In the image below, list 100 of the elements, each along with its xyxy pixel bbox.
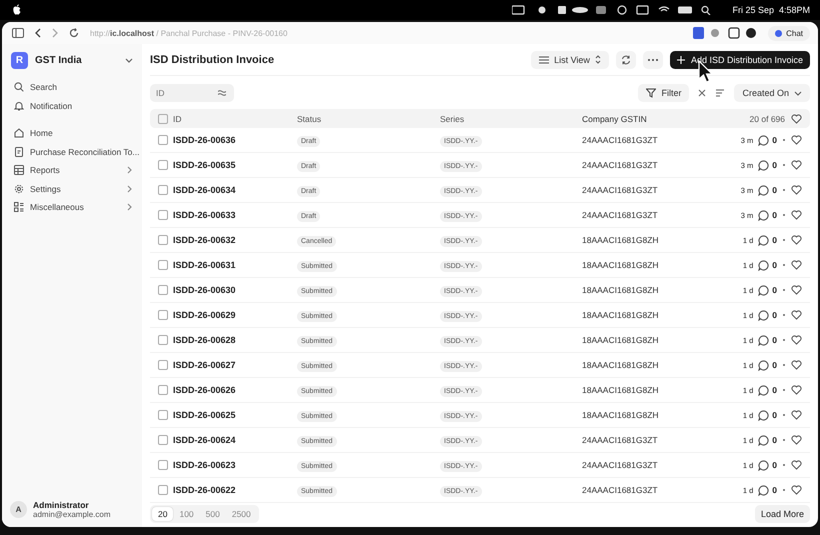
comment-icon[interactable] [758, 134, 770, 146]
sidebar-item[interactable]: Settings [8, 180, 136, 198]
comment-icon[interactable] [758, 160, 770, 170]
row-checkbox[interactable] [158, 485, 168, 495]
row-checkbox[interactable] [158, 410, 168, 420]
refresh-icon [620, 54, 631, 64]
comment-icon[interactable] [758, 410, 770, 420]
record-id[interactable]: ISDD-26-00624 [173, 435, 297, 445]
row-checkbox[interactable] [158, 385, 168, 395]
table-cell-text: 18AAACI1681G8ZH [582, 310, 660, 320]
comment-icon[interactable] [758, 460, 770, 470]
sort-icon[interactable] [715, 88, 726, 98]
heart-icon[interactable] [791, 235, 802, 245]
view-selector[interactable]: List View [531, 50, 609, 68]
heart-icon[interactable] [791, 260, 802, 270]
record-id[interactable]: ISDD-26-00629 [173, 310, 297, 320]
comment-icon[interactable] [758, 310, 770, 320]
app-switcher[interactable]: R GST India [8, 50, 136, 71]
refresh-button[interactable] [616, 50, 636, 68]
heart-icon[interactable] [791, 114, 802, 124]
extension-icons-drawing[interactable] [693, 27, 758, 39]
load-more-button[interactable]: Load More [754, 504, 810, 522]
record-id[interactable]: ISDD-26-00633 [173, 210, 297, 220]
comment-icon[interactable] [758, 384, 770, 396]
sidebar-item[interactable]: Home [8, 124, 136, 142]
heart-icon[interactable] [791, 185, 802, 195]
id-filter-field[interactable]: ID [150, 84, 234, 102]
filter-icon [646, 88, 656, 98]
chat-button[interactable]: Chat [768, 26, 810, 40]
row-checkbox[interactable] [158, 310, 168, 320]
record-id[interactable]: ISDD-26-00635 [173, 160, 297, 170]
row-checkbox[interactable] [158, 335, 168, 345]
sidebar-item[interactable]: Miscellaneous [8, 198, 136, 216]
comment-icon[interactable] [758, 234, 770, 246]
comment-icon[interactable] [758, 260, 770, 270]
apple-logo-icon[interactable] [12, 4, 22, 16]
address-bar[interactable]: http://ic.localhost / Panchal Purchase - PINV-26-00160 [90, 28, 288, 38]
record-id[interactable]: ISDD-26-00622 [173, 485, 297, 495]
bell-icon [14, 100, 24, 111]
heart-icon[interactable] [791, 285, 802, 295]
row-checkbox[interactable] [158, 235, 168, 245]
back-icon[interactable] [35, 28, 41, 38]
row-checkbox[interactable] [158, 285, 168, 295]
table-cell-text: 24AAACI1681G3ZT [582, 135, 659, 145]
comment-icon[interactable] [758, 284, 770, 296]
page-size-option[interactable]: 20 [152, 506, 174, 520]
sidebar-item[interactable]: Notification [8, 96, 136, 115]
record-id[interactable]: ISDD-26-00627 [173, 360, 297, 370]
reload-icon[interactable] [69, 28, 79, 38]
record-id[interactable]: ISDD-26-00626 [173, 385, 297, 395]
record-id[interactable]: ISDD-26-00636 [173, 135, 297, 145]
comment-icon[interactable] [758, 484, 770, 496]
close-icon[interactable] [698, 89, 706, 97]
select-all-checkbox[interactable] [158, 114, 168, 124]
record-id[interactable]: ISDD-26-00625 [173, 410, 297, 420]
record-id[interactable]: ISDD-26-00623 [173, 460, 297, 470]
more-button[interactable] [642, 50, 663, 68]
comment-icon[interactable] [758, 434, 770, 446]
record-count: 20 of 696 [750, 114, 785, 124]
row-checkbox[interactable] [158, 260, 168, 270]
comment-icon[interactable] [758, 184, 770, 196]
add-button[interactable]: Add ISD Distribution Invoice [670, 50, 810, 68]
heart-icon[interactable] [791, 210, 802, 220]
comment-icon[interactable] [758, 334, 770, 346]
sort-selector[interactable]: Created On [734, 84, 810, 102]
comment-icon[interactable] [758, 210, 770, 220]
row-checkbox[interactable] [158, 435, 168, 445]
table-cell-text: 18AAACI1681G8ZH [582, 385, 660, 395]
heart-icon[interactable] [791, 360, 802, 370]
heart-icon[interactable] [791, 485, 802, 495]
comment-icon[interactable] [758, 360, 770, 370]
comment-count: 0 [772, 310, 777, 320]
heart-icon[interactable] [791, 385, 802, 395]
record-id[interactable]: ISDD-26-00632 [173, 235, 297, 245]
row-checkbox[interactable] [158, 135, 168, 145]
sidebar-item[interactable]: Reports [8, 161, 136, 180]
sidebar-toggle-icon[interactable] [12, 28, 24, 38]
record-id[interactable]: ISDD-26-00630 [173, 285, 297, 295]
heart-icon[interactable] [791, 335, 802, 345]
list-icon [539, 56, 550, 64]
heart-icon[interactable] [791, 310, 802, 320]
record-id[interactable]: ISDD-26-00628 [173, 335, 297, 345]
user-avatar[interactable]: A [10, 501, 27, 518]
record-id[interactable]: ISDD-26-00634 [173, 185, 297, 195]
record-id[interactable]: ISDD-26-00631 [173, 260, 297, 270]
heart-icon[interactable] [791, 460, 802, 470]
sidebar-item[interactable]: Search [8, 78, 136, 96]
heart-icon[interactable] [791, 135, 802, 145]
filter-button[interactable]: Filter [638, 84, 690, 102]
like-operator-icon[interactable] [218, 90, 226, 96]
row-checkbox[interactable] [158, 160, 168, 170]
menubar-clock[interactable]: Fri 25 Sep 4:58PM [732, 5, 810, 15]
row-checkbox[interactable] [158, 210, 168, 220]
heart-icon[interactable] [791, 435, 802, 445]
heart-icon[interactable] [791, 410, 802, 420]
table-cell-text: 24AAACI1681G3ZT [582, 210, 659, 220]
heart-icon[interactable] [791, 160, 802, 170]
row-checkbox[interactable] [158, 360, 168, 370]
row-checkbox[interactable] [158, 460, 168, 470]
row-checkbox[interactable] [158, 185, 168, 195]
